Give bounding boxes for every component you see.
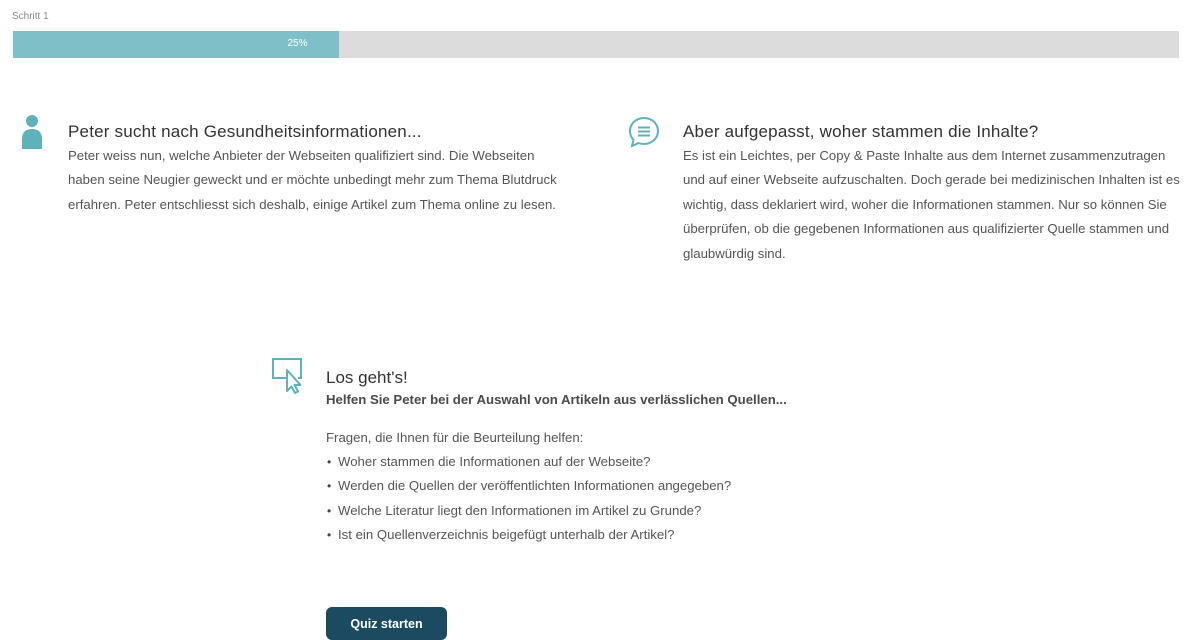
list-item: Werden die Quellen der veröffentlichten … — [326, 474, 966, 499]
quiz-start-button[interactable]: Quiz starten — [326, 607, 447, 640]
list-item: Welche Literatur liegt den Informationen… — [326, 499, 966, 524]
step-label: Schritt 1 — [12, 11, 49, 22]
pointer-click-icon — [272, 358, 302, 394]
info-block-sources: Aber aufgepasst, woher stammen die Inhal… — [683, 122, 1183, 266]
start-title: Los geht's! — [326, 368, 408, 387]
list-item: Woher stammen die Informationen auf der … — [326, 450, 966, 475]
start-subtitle: Helfen Sie Peter bei der Auswahl von Art… — [326, 392, 787, 407]
block-body: Peter weiss nun, welche Anbieter der Web… — [68, 148, 557, 212]
block-title: Peter sucht nach Gesundheitsinformatione… — [68, 122, 422, 141]
progress-bar: 25% — [13, 31, 1179, 58]
questions-list: Woher stammen die Informationen auf der … — [326, 450, 966, 548]
progress-percent: 25% — [287, 38, 308, 49]
block-title: Aber aufgepasst, woher stammen die Inhal… — [683, 122, 1039, 141]
progress-fill: 25% — [13, 31, 340, 58]
start-section: Los geht's! Helfen Sie Peter bei der Aus… — [326, 368, 966, 548]
list-item: Ist ein Quellenverzeichnis beigefügt unt… — [326, 523, 966, 548]
info-block-peter: Peter sucht nach Gesundheitsinformatione… — [68, 122, 568, 217]
questions-intro: Fragen, die Ihnen für die Beurteilung he… — [326, 430, 584, 445]
person-icon — [22, 115, 42, 149]
block-body: Es ist ein Leichtes, per Copy & Paste In… — [683, 148, 1180, 261]
chat-bubble-icon — [628, 116, 660, 148]
